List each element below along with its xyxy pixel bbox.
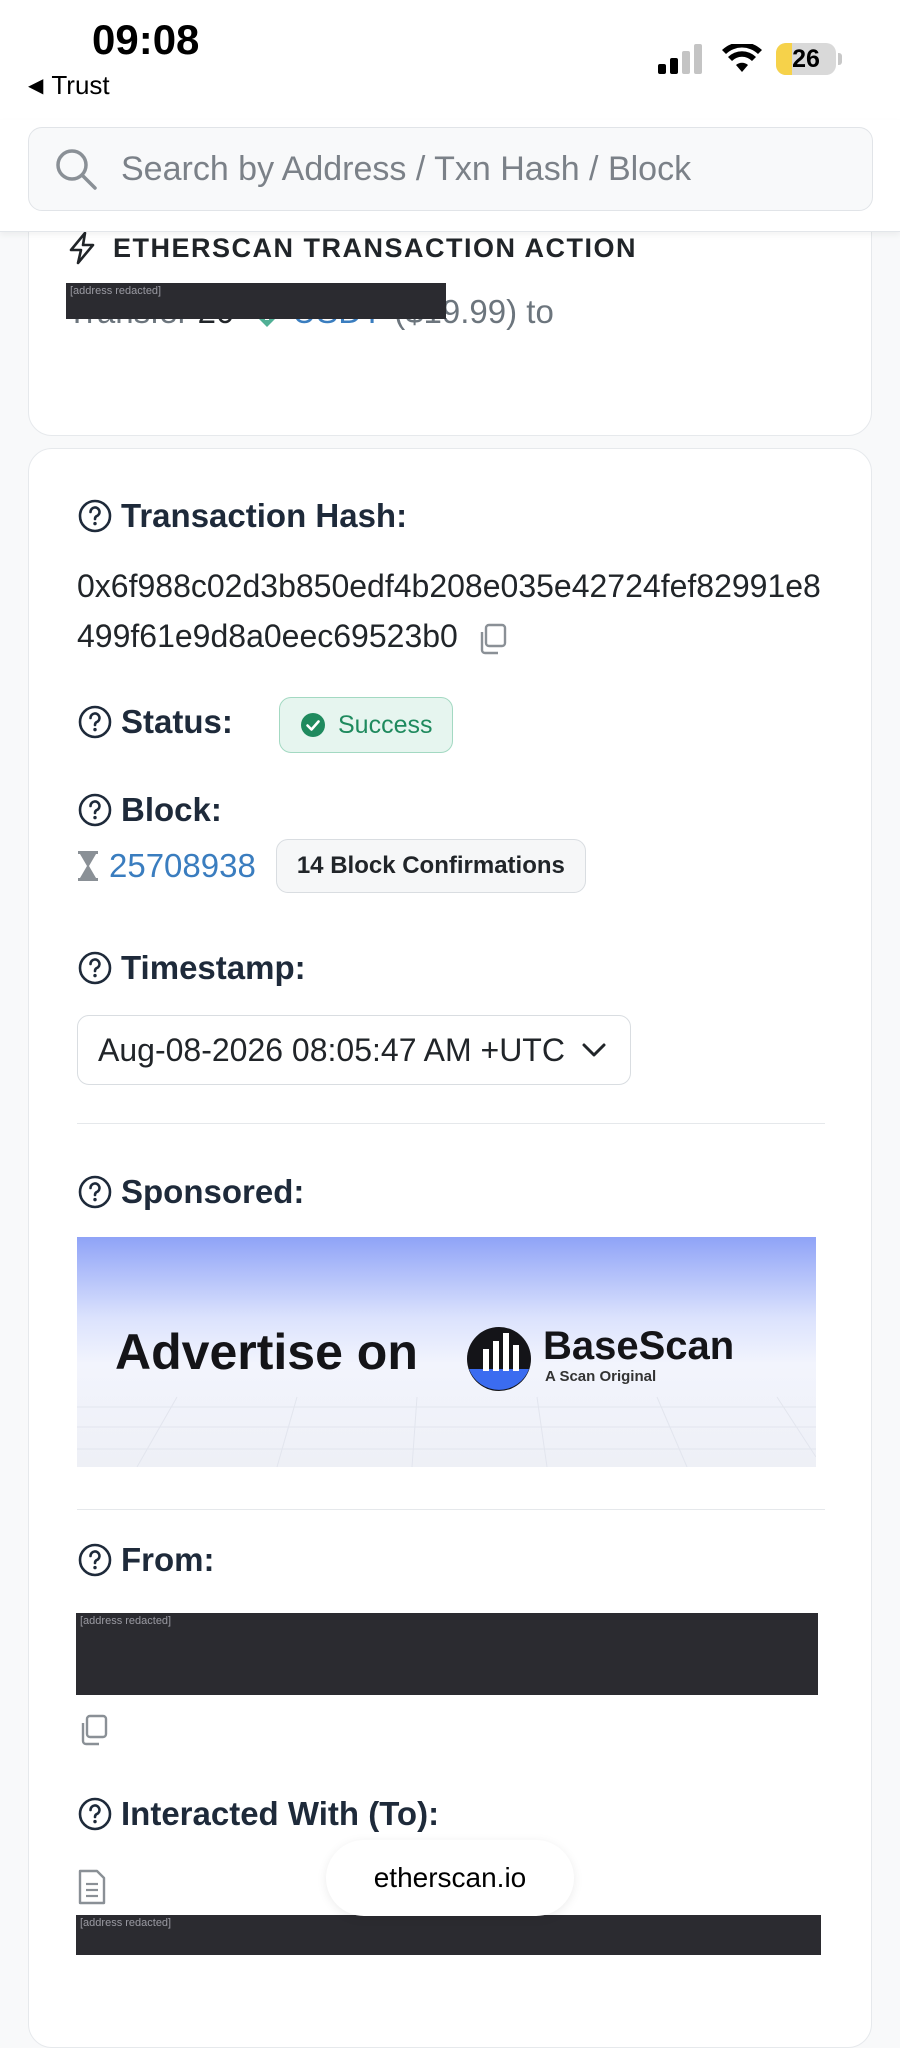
from-label-text: From: (121, 1541, 215, 1578)
tx-hash-label-text: Transaction Hash: (121, 497, 408, 534)
ad-text: Advertise on (115, 1324, 418, 1380)
browser-url: etherscan.io (373, 1862, 527, 1893)
timestamp-label: Timestamp: (77, 949, 306, 987)
redacted-label: [address redacted] (70, 285, 162, 297)
search-input[interactable] (119, 148, 819, 190)
redacted-to-address: [address redacted] (76, 1915, 821, 1955)
redacted-recipient-address: [address redacted] (66, 283, 446, 319)
help-circle-icon[interactable] (77, 1174, 113, 1210)
interacted-with-label-text: Interacted With (To): (121, 1795, 440, 1832)
tx-hash-label: Transaction Hash: (77, 497, 407, 535)
search-box[interactable] (28, 127, 873, 211)
interacted-with-label: Interacted With (To): (77, 1795, 439, 1833)
ad-brand: BaseScan (543, 1324, 734, 1368)
battery-tip (838, 53, 842, 65)
tx-hash-text: 0x6f988c02d3b850edf4b208e035e42724fef829… (77, 568, 821, 654)
back-app-label: Trust (51, 70, 110, 100)
block-number-link[interactable]: 25708938 (109, 847, 256, 885)
hourglass-icon (78, 851, 98, 881)
battery-percent: 26 (792, 45, 820, 73)
copy-icon[interactable] (476, 622, 510, 656)
search-icon (56, 149, 97, 190)
wifi-icon (722, 44, 762, 72)
ad-tagline: A Scan Original (545, 1368, 656, 1385)
block-label: Block: (77, 791, 222, 829)
timestamp-dropdown[interactable]: Aug-08-2026 08:05:47 AM +UTC (77, 1015, 631, 1085)
redacted-label: [address redacted] (80, 1917, 172, 1929)
back-triangle-icon: ◀ (28, 75, 44, 97)
timestamp-label-text: Timestamp: (121, 949, 306, 986)
transaction-action-title: ETHERSCAN TRANSACTION ACTION (67, 231, 637, 265)
cellular-signal-icon (658, 44, 702, 74)
redacted-label: [address redacted] (80, 1615, 172, 1627)
ad-banner-graphic: Advertise on BaseScan A Scan Original (77, 1237, 816, 1467)
chevron-down-icon (582, 1043, 606, 1057)
status-bar: 09:08 ◀ Trust 26 (0, 0, 900, 120)
check-circle-icon (301, 713, 325, 737)
block-row: 25708938 14 Block Confirmations (77, 839, 586, 893)
from-label: From: (77, 1541, 215, 1579)
section-divider (77, 1123, 825, 1124)
sponsored-label-text: Sponsored: (121, 1173, 305, 1210)
help-circle-icon[interactable] (77, 1542, 113, 1578)
clock: 09:08 (92, 16, 200, 63)
help-circle-icon[interactable] (77, 1796, 113, 1832)
help-circle-icon[interactable] (77, 498, 113, 534)
browser-url-bar[interactable]: etherscan.io (326, 1840, 574, 1916)
status-label-text: Status: (121, 703, 233, 740)
section-divider (77, 1509, 825, 1510)
transaction-details-card: Transaction Hash: 0x6f988c02d3b850edf4b2… (28, 448, 872, 2048)
transaction-action-title-text: ETHERSCAN TRANSACTION ACTION (113, 232, 637, 263)
battery-indicator: 26 (776, 43, 836, 75)
contract-document-icon (78, 1869, 106, 1905)
lightning-icon (69, 231, 95, 265)
search-header (0, 120, 900, 232)
help-circle-icon[interactable] (77, 950, 113, 986)
status-badge: Success (279, 697, 454, 753)
block-label-text: Block: (121, 791, 222, 828)
help-circle-icon[interactable] (77, 704, 113, 740)
help-circle-icon[interactable] (77, 792, 113, 828)
timestamp-value: Aug-08-2026 08:05:47 AM +UTC (98, 1031, 565, 1068)
basescan-logo-icon (467, 1327, 531, 1391)
basescan-ad-banner[interactable]: Advertise on BaseScan A Scan Original (77, 1237, 816, 1467)
redacted-from-address: [address redacted] (76, 1613, 818, 1695)
copy-icon[interactable] (77, 1713, 111, 1747)
tx-hash-value: 0x6f988c02d3b850edf4b208e035e42724fef829… (77, 561, 837, 661)
sponsored-label: Sponsored: (77, 1173, 304, 1211)
status-label: Status: (77, 703, 233, 741)
back-to-app-button[interactable]: ◀ Trust (28, 70, 110, 101)
status-value: Success (338, 710, 433, 739)
block-confirmations-badge: 14 Block Confirmations (275, 839, 586, 893)
